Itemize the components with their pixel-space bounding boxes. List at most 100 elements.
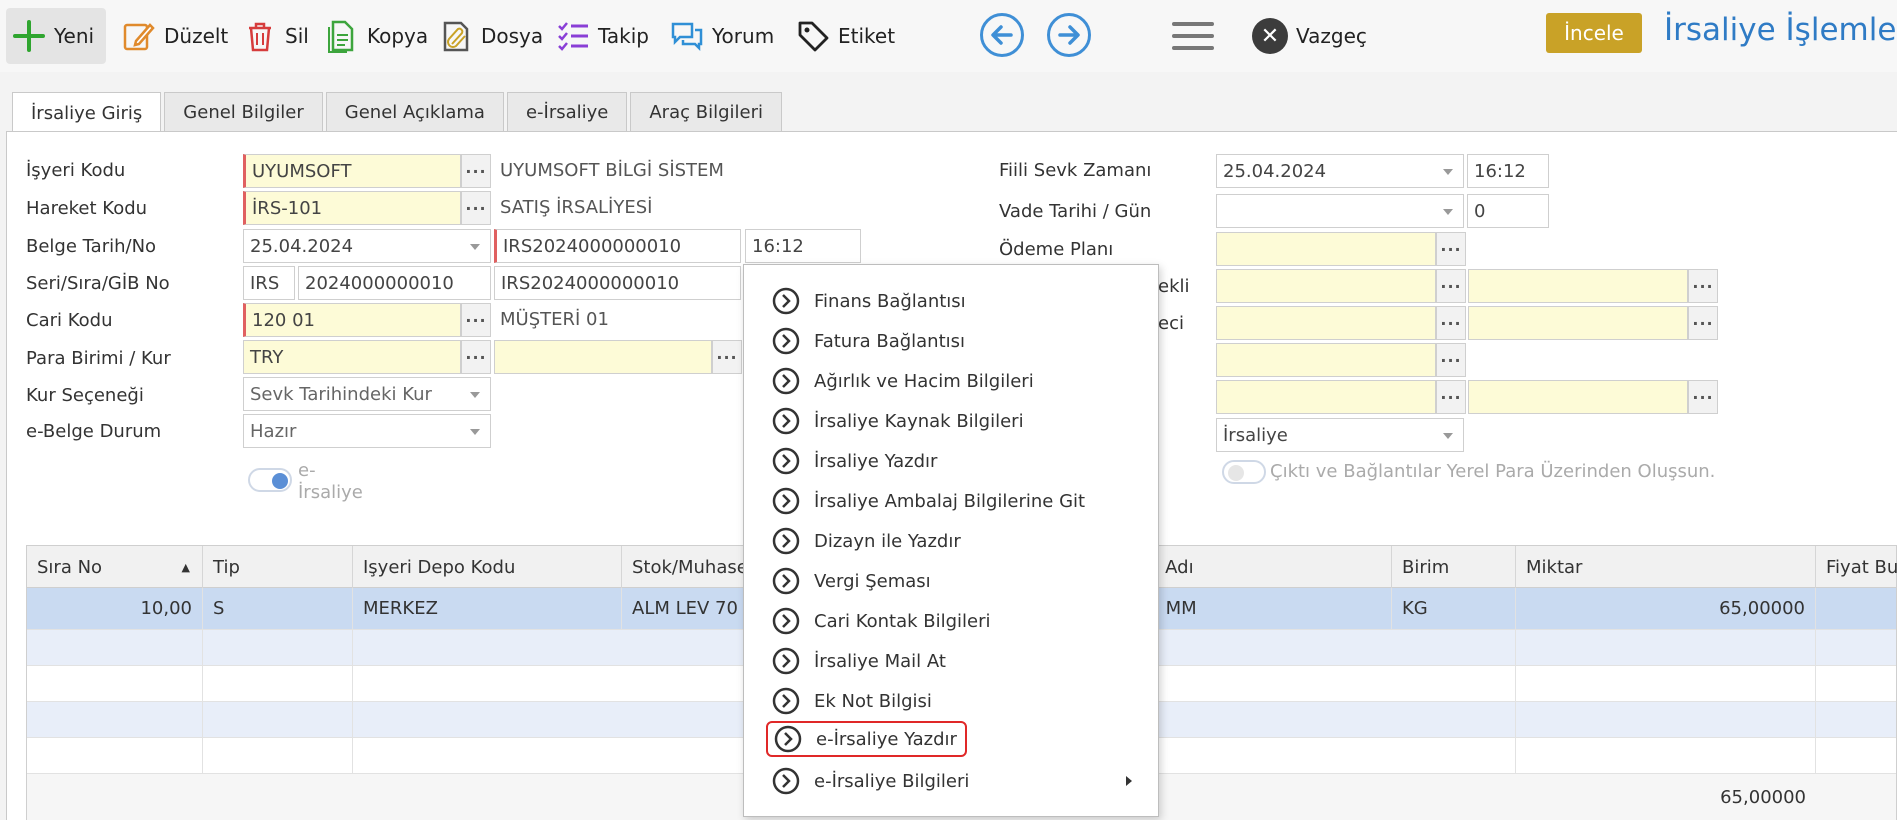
account-code-input[interactable]: 120 01 bbox=[243, 303, 461, 337]
column-header-unit[interactable]: Birim bbox=[1392, 546, 1516, 588]
exchange-rate-input[interactable] bbox=[494, 340, 712, 374]
movement-lookup-button[interactable]: ··· bbox=[461, 191, 491, 225]
plus-icon bbox=[13, 20, 45, 52]
tab-genel-bilgiler[interactable]: Genel Bilgiler bbox=[164, 92, 323, 132]
workplace-lookup-button[interactable]: ··· bbox=[461, 154, 491, 188]
menu-item-cari-kontak[interactable]: Cari Kontak Bilgileri bbox=[772, 603, 991, 639]
comment-button[interactable]: Yorum bbox=[664, 8, 780, 64]
menu-item-e-irsaliye-yazdir[interactable]: e-İrsaliye Yazdır bbox=[766, 721, 967, 757]
menu-item-kaynak-bilgileri[interactable]: İrsaliye Kaynak Bilgileri bbox=[772, 403, 1024, 439]
new-button[interactable]: Yeni bbox=[6, 8, 106, 64]
column-header-qty[interactable]: Miktar bbox=[1516, 546, 1816, 588]
cell-empty bbox=[1516, 630, 1816, 665]
edit-button[interactable]: Düzelt bbox=[116, 8, 234, 64]
currency-input[interactable]: TRY bbox=[243, 340, 461, 374]
menu-hamburger-icon[interactable] bbox=[1172, 22, 1214, 50]
local-currency-toggle[interactable] bbox=[1222, 460, 1266, 484]
field-row4-b-lookup-button[interactable]: ··· bbox=[1688, 269, 1718, 303]
field-row7-a-input[interactable] bbox=[1216, 380, 1436, 414]
field-row5-a-input[interactable] bbox=[1216, 306, 1436, 340]
menu-item-label: Fatura Bağlantısı bbox=[814, 330, 966, 352]
menu-item-fatura-baglantisi[interactable]: Fatura Bağlantısı bbox=[772, 323, 965, 359]
ebelge-status-select[interactable]: Hazır bbox=[243, 414, 491, 448]
menu-item-label: İrsaliye Ambalaj Bilgilerine Git bbox=[814, 490, 1086, 512]
due-days-input[interactable]: 0 bbox=[1467, 194, 1549, 228]
exchange-rate-lookup-button[interactable]: ··· bbox=[712, 340, 742, 374]
field-row5-b-input[interactable] bbox=[1468, 306, 1688, 340]
comment-bubbles-icon bbox=[671, 22, 703, 52]
cell-empty bbox=[1516, 702, 1816, 737]
field-row4-a-input[interactable] bbox=[1216, 269, 1436, 303]
movement-code-input[interactable]: İRS-101 bbox=[243, 191, 461, 225]
doc-time-input[interactable]: 16:12 bbox=[745, 229, 861, 263]
doc-no-input[interactable]: IRS2024000000010 bbox=[494, 229, 741, 263]
field-row5-a-lookup-button[interactable]: ··· bbox=[1436, 306, 1466, 340]
doc-date-select[interactable]: 25.04.2024 bbox=[243, 229, 491, 263]
tab-irsaliye-giris[interactable]: İrsaliye Giriş bbox=[12, 92, 162, 133]
field-row5-b-lookup-button[interactable]: ··· bbox=[1688, 306, 1718, 340]
menu-item-dizayn-ile-yazdir[interactable]: Dizayn ile Yazdır bbox=[772, 523, 961, 559]
ship-time-input[interactable]: 16:12 bbox=[1467, 154, 1549, 188]
menu-item-irsaliye-yazdir[interactable]: İrsaliye Yazdır bbox=[772, 443, 937, 479]
field-row4-a-lookup-button[interactable]: ··· bbox=[1436, 269, 1466, 303]
field-row6-input[interactable] bbox=[1216, 343, 1436, 377]
cell-empty bbox=[1392, 630, 1516, 665]
cell-qty: 65,00000 bbox=[1516, 588, 1816, 629]
menu-item-label: e-İrsaliye Yazdır bbox=[816, 728, 957, 750]
menu-item-ambalaj-bilgileri[interactable]: İrsaliye Ambalaj Bilgilerine Git bbox=[772, 483, 1085, 519]
column-header-price[interactable]: Fiyat Bul bbox=[1816, 546, 1897, 588]
rate-option-select[interactable]: Sevk Tarihindeki Kur bbox=[243, 377, 491, 411]
tab-arac-bilgileri[interactable]: Araç Bilgileri bbox=[630, 92, 782, 132]
column-header-depot[interactable]: Işyeri Depo Kodu bbox=[353, 546, 622, 588]
account-lookup-button[interactable]: ··· bbox=[461, 303, 491, 337]
menu-item-finans-baglantisi[interactable]: Finans Bağlantısı bbox=[772, 283, 966, 319]
chevron-circle-right-icon bbox=[772, 647, 800, 675]
next-record-button[interactable] bbox=[1047, 13, 1091, 57]
menu-item-agirlik-hacim[interactable]: Ağırlık ve Hacim Bilgileri bbox=[772, 363, 1034, 399]
column-header-type[interactable]: Tip bbox=[203, 546, 353, 588]
field-row7-a-lookup-button[interactable]: ··· bbox=[1436, 380, 1466, 414]
payment-plan-lookup-button[interactable]: ··· bbox=[1436, 232, 1466, 266]
due-label: Vade Tarihi / Gün bbox=[999, 201, 1152, 222]
cell-empty bbox=[203, 738, 353, 773]
menu-item-vergi-semasi[interactable]: Vergi Şeması bbox=[772, 563, 931, 599]
field-row4-b-input[interactable] bbox=[1468, 269, 1688, 303]
cell-price bbox=[1816, 588, 1897, 629]
doc-type-select[interactable]: İrsaliye bbox=[1216, 418, 1464, 452]
inspect-button[interactable]: İncele bbox=[1546, 13, 1642, 53]
currency-lookup-button[interactable]: ··· bbox=[461, 340, 491, 374]
cell-empty bbox=[27, 738, 203, 773]
workplace-name: UYUMSOFT BİLGİ SİSTEM bbox=[500, 160, 724, 181]
column-header-seq-label: Sıra No bbox=[37, 556, 103, 578]
gib-no-input[interactable]: IRS2024000000010 bbox=[494, 266, 741, 300]
serial-input[interactable]: IRS bbox=[243, 266, 295, 300]
tab-e-irsaliye[interactable]: e-İrsaliye bbox=[506, 92, 628, 132]
tab-genel-aciklama[interactable]: Genel Açıklama bbox=[325, 92, 504, 132]
column-header-name[interactable]: an Adı bbox=[1127, 546, 1392, 588]
field-row6-lookup-button[interactable]: ··· bbox=[1436, 343, 1466, 377]
e-irsaliye-toggle[interactable] bbox=[248, 468, 292, 492]
menu-item-e-irsaliye-bilgileri[interactable]: e-İrsaliye Bilgileri bbox=[772, 763, 1132, 799]
workplace-code-input[interactable]: UYUMSOFT bbox=[243, 154, 461, 188]
file-button[interactable]: Dosya bbox=[433, 8, 549, 64]
previous-record-button[interactable] bbox=[980, 13, 1024, 57]
ship-date-select[interactable]: 25.04.2024 bbox=[1216, 154, 1464, 188]
field-row7-b-lookup-button[interactable]: ··· bbox=[1688, 380, 1718, 414]
column-header-seq[interactable]: Sıra No ▲ bbox=[27, 546, 203, 588]
chevron-circle-right-icon bbox=[772, 447, 800, 475]
arrow-left-icon bbox=[991, 25, 1013, 45]
menu-item-ek-not[interactable]: Ek Not Bilgisi bbox=[772, 683, 932, 719]
menu-item-mail-at[interactable]: İrsaliye Mail At bbox=[772, 643, 946, 679]
field-row7-b-input[interactable] bbox=[1468, 380, 1688, 414]
cancel-button[interactable]: ✕ Vazgeç bbox=[1246, 8, 1373, 64]
tag-button[interactable]: Etiket bbox=[790, 8, 901, 64]
delete-button[interactable]: Sil bbox=[237, 8, 315, 64]
due-date-select[interactable] bbox=[1216, 194, 1464, 228]
toggle-knob bbox=[1228, 465, 1244, 481]
sequence-input[interactable]: 2024000000010 bbox=[298, 266, 491, 300]
track-button[interactable]: Takip bbox=[550, 8, 655, 64]
cancel-label: Vazgeç bbox=[1296, 24, 1367, 48]
copy-button[interactable]: Kopya bbox=[319, 8, 434, 64]
rate-option-label: Kur Seçeneği bbox=[26, 385, 144, 406]
payment-plan-input[interactable] bbox=[1216, 232, 1436, 266]
